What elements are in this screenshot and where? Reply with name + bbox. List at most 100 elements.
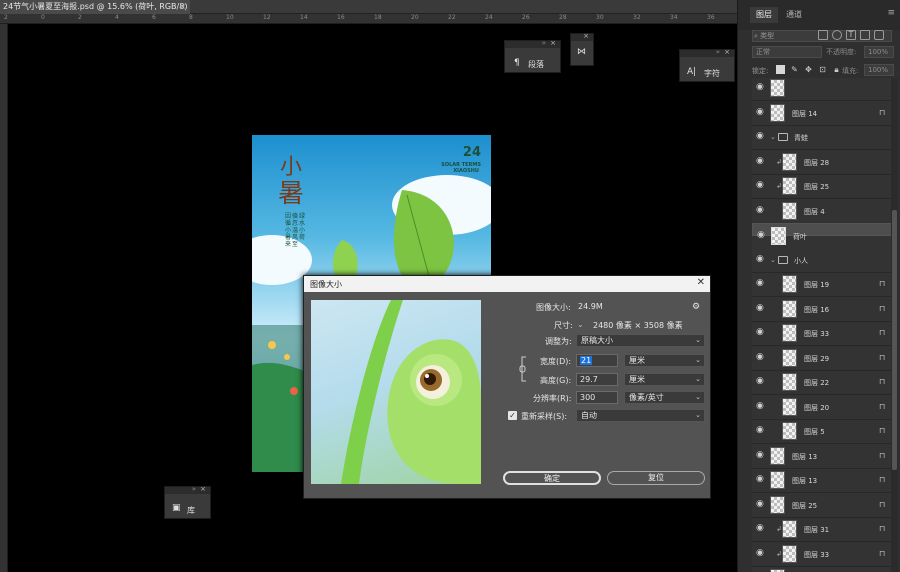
eye-icon[interactable]: ◉ (756, 83, 766, 92)
layer-row[interactable]: ◉ ↲ 图层 25 (752, 174, 892, 199)
panel-menu-icon[interactable]: ≡ (887, 8, 895, 18)
layer-row[interactable]: ◉ 图层 4 (752, 199, 892, 224)
layer-thumbnail[interactable] (782, 397, 797, 416)
layer-row[interactable]: ◉ 图层 16 ⊓ (752, 297, 892, 322)
smart-object-filter-icon[interactable] (874, 30, 884, 40)
layer-row[interactable]: ◉ 图层 13 ⊓ (752, 444, 892, 469)
eye-icon[interactable]: ◉ (756, 107, 766, 117)
layer-thumbnail[interactable] (770, 495, 785, 514)
layer-row[interactable]: ◉ 图层 19 ⊓ (752, 272, 892, 297)
width-unit-select[interactable]: 厘米 ⌄ (624, 354, 705, 367)
image-preview[interactable] (311, 300, 481, 484)
blend-mode-select[interactable]: 正常 (752, 46, 822, 58)
layer-row[interactable]: ◉ 图层 25 ⊓ (752, 493, 892, 518)
eye-icon[interactable]: ◉ (756, 426, 766, 435)
eye-icon[interactable]: ◉ (756, 132, 766, 141)
layer-thumbnail[interactable] (782, 348, 797, 367)
link-icon[interactable] (518, 356, 530, 382)
layer-row[interactable]: ◉ ↲ 图层 28 (752, 150, 892, 175)
eye-icon[interactable]: ◉ (756, 181, 766, 190)
gear-icon[interactable]: ⚙ (692, 302, 700, 312)
layer-thumbnail[interactable] (782, 520, 797, 538)
dialog-titlebar[interactable]: 图像大小 ✕ (304, 276, 710, 292)
layer-thumbnail[interactable] (770, 103, 785, 122)
chevron-down-icon[interactable]: ⌄ (577, 320, 584, 329)
close-icon[interactable]: × (179, 0, 186, 14)
tab-layers[interactable]: 图层 (750, 7, 778, 23)
image-size-dialog[interactable]: 图像大小 ✕ 图像大小: 24.9M ⚙ 尺寸: ⌄ 2480 像素 × 350… (303, 275, 711, 499)
eye-icon[interactable]: ◉ (756, 254, 766, 264)
eye-icon[interactable]: ◉ (756, 401, 766, 411)
eye-icon[interactable]: ◉ (756, 352, 766, 362)
layer-row[interactable]: ◉图层 3⊓ (752, 566, 892, 572)
close-icon[interactable]: × (724, 48, 730, 56)
adjustment-filter-icon[interactable] (832, 30, 842, 40)
close-icon[interactable]: × (200, 485, 206, 493)
character-panel[interactable]: » × A| 字符 (679, 48, 735, 82)
close-icon[interactable]: × (550, 39, 556, 47)
fit-to-select[interactable]: 原稿大小 ⌄ (576, 334, 705, 347)
layer-thumbnail[interactable] (770, 79, 785, 97)
glyph-panel[interactable]: × ⋈ (570, 32, 594, 66)
shape-filter-icon[interactable] (860, 30, 870, 40)
eye-icon[interactable]: ◉ (756, 156, 766, 166)
eye-icon[interactable]: ◉ (757, 231, 767, 240)
width-input[interactable]: 21 (576, 354, 618, 367)
resolution-unit-select[interactable]: 像素/英寸 ⌄ (624, 391, 705, 404)
chevron-down-icon[interactable]: ⌄ (770, 133, 776, 141)
layer-thumbnail[interactable] (782, 275, 797, 293)
eye-icon[interactable]: ◉ (756, 377, 766, 386)
lock-all-icon[interactable]: 🔒︎ (832, 65, 841, 74)
opacity-input[interactable]: 100% (864, 46, 894, 58)
resample-select[interactable]: 自动 ⌄ (576, 409, 705, 422)
lock-transparency-icon[interactable] (776, 65, 785, 74)
layer-row[interactable]: ◉ 图层 22 ⊓ (752, 370, 892, 395)
layer-row[interactable]: ◉ 图层 33 ⊓ (752, 321, 892, 346)
layer-thumbnail[interactable] (782, 373, 797, 391)
layer-thumbnail[interactable] (782, 324, 797, 342)
eye-icon[interactable]: ◉ (756, 279, 766, 288)
layer-row[interactable]: ◉ 图层 13 ⊓ (752, 468, 892, 493)
lock-paint-icon[interactable]: ✎ (790, 65, 799, 74)
layer-thumbnail[interactable] (782, 201, 797, 220)
eye-icon[interactable]: ◉ (756, 548, 766, 558)
tab-channels[interactable]: 通道 (780, 7, 808, 23)
layer-thumbnail[interactable] (771, 227, 786, 245)
eye-icon[interactable]: ◉ (756, 475, 766, 484)
layer-thumbnail[interactable] (782, 299, 797, 318)
chevron-down-icon[interactable]: ⌄ (770, 256, 776, 264)
eye-icon[interactable]: ◉ (756, 499, 766, 509)
paragraph-panel[interactable]: » × ¶ 段落 (504, 39, 561, 73)
layer-row[interactable]: ◉ 荷叶 (752, 223, 892, 245)
reset-button[interactable]: 复位 (607, 471, 705, 485)
close-icon[interactable]: ✕ (697, 277, 705, 288)
ok-button[interactable]: 确定 (503, 471, 601, 485)
lock-artboard-icon[interactable]: ⊡ (818, 65, 827, 74)
height-input[interactable]: 29.7 (576, 373, 618, 386)
layer-thumbnail[interactable] (782, 177, 797, 195)
library-panel[interactable]: » × ▣ 库 (164, 485, 211, 519)
height-unit-select[interactable]: 厘米 ⌄ (624, 373, 705, 386)
eye-icon[interactable]: ◉ (756, 328, 766, 337)
fill-input[interactable]: 100% (864, 64, 894, 76)
layer-thumbnail[interactable] (782, 152, 797, 171)
layer-row[interactable]: ◉ (752, 78, 892, 101)
document-tab[interactable]: 24节气小暑夏至海报.psd @ 15.6% (荷叶, RGB/8) * × (0, 0, 190, 14)
resample-checkbox[interactable]: ✓ (508, 411, 517, 420)
eye-icon[interactable]: ◉ (756, 524, 766, 533)
layer-thumbnail[interactable] (770, 446, 785, 465)
layer-row[interactable]: ◉ 图层 29 ⊓ (752, 346, 892, 371)
layer-row[interactable]: ◉ ↲ 图层 33 ⊓ (752, 542, 892, 567)
layer-row[interactable]: ◉ 图层 14 ⊓ (752, 101, 892, 126)
layer-thumbnail[interactable] (782, 544, 797, 563)
layer-group-row[interactable]: ◉ ⌄ 小人 (752, 248, 892, 273)
layer-row[interactable]: ◉ ↲ 图层 31 ⊓ (752, 517, 892, 542)
eye-icon[interactable]: ◉ (756, 450, 766, 460)
pixel-filter-icon[interactable] (818, 30, 828, 40)
close-icon[interactable]: × (583, 32, 589, 40)
eye-icon[interactable]: ◉ (756, 205, 766, 215)
layer-group-row[interactable]: ◉ ⌄ 青蛙 (752, 125, 892, 150)
type-filter-icon[interactable]: T (846, 30, 856, 40)
eye-icon[interactable]: ◉ (756, 303, 766, 313)
layer-thumbnail[interactable] (782, 422, 797, 440)
